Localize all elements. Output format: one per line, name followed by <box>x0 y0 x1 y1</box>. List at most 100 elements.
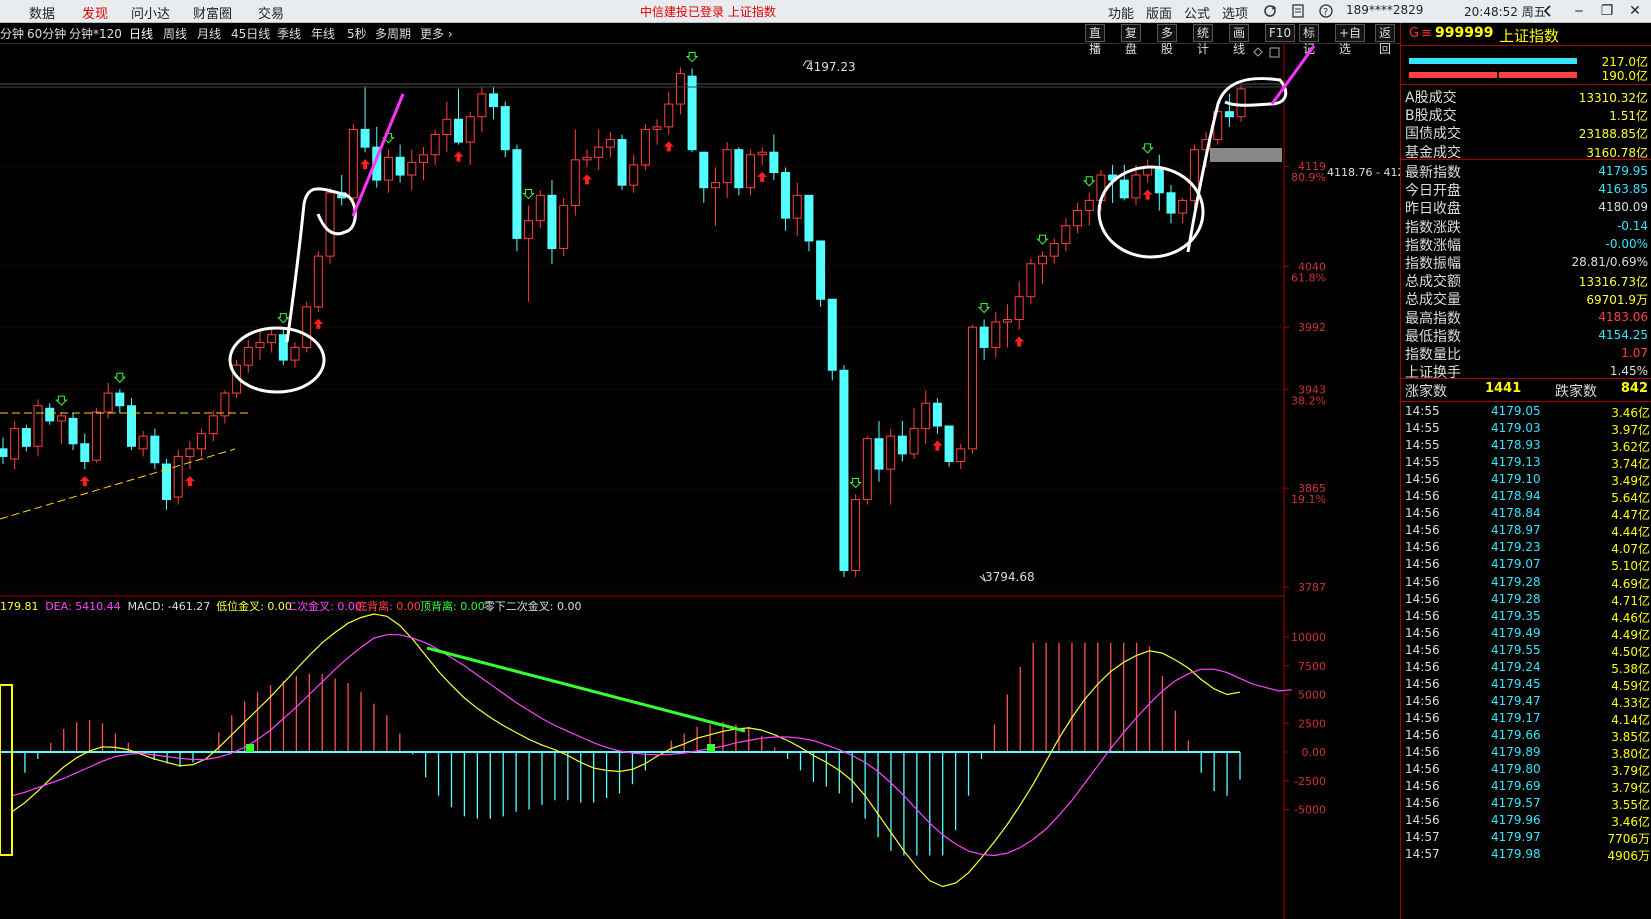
mark-button[interactable]: 标记 <box>1299 24 1320 56</box>
candle-body <box>185 448 195 457</box>
menu-data[interactable]: 数据 <box>29 3 55 22</box>
period-month[interactable]: 月线 <box>197 25 221 42</box>
tick-price: 4179.97 <box>1491 830 1541 845</box>
return-button[interactable]: 返回 <box>1375 24 1396 56</box>
menu-formula[interactable]: 公式 <box>1184 3 1210 22</box>
draw-line-button[interactable]: 画线 <box>1229 24 1250 56</box>
menu-options[interactable]: 选项 <box>1222 3 1248 22</box>
tick-time: 14:55 <box>1405 404 1440 418</box>
candle-body <box>710 182 720 189</box>
kline-chart[interactable]: 100007500500025000.00-2500-5000 411980.9… <box>0 44 1400 919</box>
multi-stock-button[interactable]: 多股 <box>1157 24 1178 56</box>
period-quarter[interactable]: 季线 <box>277 25 301 42</box>
tick-volume: 5.10亿 <box>1611 559 1650 574</box>
tick-volume: 3.80亿 <box>1611 747 1650 761</box>
tick-row: 14:56 4178.94 5.64亿 <box>1401 489 1651 507</box>
diamond-icon[interactable] <box>1253 47 1263 57</box>
period-multi[interactable]: 多周期 <box>375 25 411 42</box>
clock: 20:48:52 周五 <box>1464 5 1546 19</box>
document-icon[interactable] <box>1290 3 1306 19</box>
stat-value: 1.07 <box>1621 346 1648 360</box>
period-day[interactable]: 日线 <box>129 25 153 42</box>
stat-row: 最高指数 4183.06 <box>1401 308 1651 327</box>
sell-signal-icon <box>1036 234 1049 245</box>
period-120min[interactable]: 分钟*120 <box>69 25 122 42</box>
legend-item: MACD: -461.27 <box>128 600 211 613</box>
buy-signal-icon <box>1014 336 1025 347</box>
menu-discover[interactable]: 发现 <box>82 3 108 22</box>
live-button[interactable]: 直播 <box>1085 24 1106 56</box>
close-button[interactable]: ✕ <box>1624 1 1646 21</box>
candle-body <box>489 93 499 108</box>
candle-body <box>512 149 522 239</box>
candle-body <box>746 154 756 189</box>
group-icon[interactable]: G <box>1409 26 1419 41</box>
tick-row: 14:56 4179.07 5.10亿 <box>1401 557 1651 575</box>
tick-row: 14:56 4179.80 3.79亿 <box>1401 762 1651 780</box>
sell-signal-icon <box>522 188 535 200</box>
tick-time: 14:57 <box>1405 847 1440 862</box>
axis-pct: 38.2% <box>1291 394 1326 407</box>
replay-button[interactable]: 复盘 <box>1121 24 1142 56</box>
period-minute[interactable]: 分钟 <box>0 25 24 42</box>
price-tooltip <box>1210 148 1282 162</box>
restore-button[interactable]: ❐ <box>1596 1 1618 21</box>
high-label: 4197.23 <box>806 60 856 74</box>
help-icon[interactable]: ? <box>1318 3 1334 19</box>
axis-label: 3992 <box>1298 321 1326 334</box>
menu-layout[interactable]: 版面 <box>1146 3 1172 22</box>
period-5sec[interactable]: 5秒 <box>347 25 367 42</box>
dea-line <box>11 634 1292 857</box>
refresh-icon[interactable] <box>1262 3 1278 19</box>
legend-item: 二次金叉: 0.00 <box>286 599 362 613</box>
tick-price: 4179.28 <box>1491 591 1541 606</box>
menu-icon[interactable]: ≡ <box>1421 26 1432 41</box>
tick-row: 14:56 4179.89 3.80亿 <box>1401 745 1651 763</box>
tick-row: 14:56 4179.55 4.50亿 <box>1401 643 1651 661</box>
period-45day[interactable]: 45日线 <box>231 25 270 42</box>
expand-icon[interactable] <box>1269 47 1280 58</box>
tick-row: 14:56 4178.84 4.47亿 <box>1401 506 1651 524</box>
period-week[interactable]: 周线 <box>163 25 187 42</box>
tick-row: 14:56 4179.45 4.59亿 <box>1401 677 1651 695</box>
stats-button[interactable]: 统计 <box>1193 24 1214 56</box>
tick-row: 14:56 4179.69 3.79亿 <box>1401 779 1651 797</box>
stat-row: 基金成交 3160.78亿 <box>1401 142 1651 161</box>
menu-trade[interactable]: 交易 <box>258 3 284 22</box>
divider <box>1401 84 1651 85</box>
f10-button[interactable]: F10 <box>1265 24 1296 42</box>
tick-price: 4178.97 <box>1491 523 1541 538</box>
add-watchlist-button[interactable]: +自选 <box>1335 24 1366 56</box>
tick-row: 14:56 4179.24 5.38亿 <box>1401 660 1651 678</box>
period-more[interactable]: 更多 › <box>420 25 453 42</box>
tick-volume: 3.97亿 <box>1611 423 1650 438</box>
tick-price: 4179.47 <box>1491 693 1541 708</box>
low-label: 3794.68 <box>985 570 1035 584</box>
candle-body <box>816 240 826 300</box>
period-year[interactable]: 年线 <box>311 25 335 42</box>
menu-wealth[interactable]: 财富圈 <box>193 3 232 22</box>
candle-body <box>1236 88 1246 118</box>
tick-time: 14:56 <box>1405 642 1440 657</box>
tick-time: 14:56 <box>1405 489 1440 504</box>
candle-body <box>407 161 417 176</box>
tick-price: 4179.96 <box>1491 813 1541 828</box>
menu-function[interactable]: 功能 <box>1108 3 1134 22</box>
candle-body <box>313 255 323 308</box>
tick-price: 4179.80 <box>1491 762 1541 777</box>
user-account[interactable]: 189****2829 <box>1346 3 1423 17</box>
tick-time: 14:57 <box>1405 830 1440 845</box>
divergence-line <box>426 646 746 733</box>
menu-ask[interactable]: 问小达 <box>131 3 170 22</box>
candle-body <box>442 118 452 135</box>
minimize-button[interactable]: ‒ <box>1568 1 1590 21</box>
top-menu-bar: 数据 发现 问小达 财富圈 交易 中信建投已登录 上证指数 功能 版面 公式 选… <box>0 0 1651 23</box>
stat-label: 总成交额 <box>1405 274 1461 291</box>
tick-volume: 4.33亿 <box>1611 695 1650 710</box>
macd-axis-label: 2500 <box>1298 717 1326 730</box>
candle-body <box>1084 199 1094 212</box>
period-60min[interactable]: 60分钟 <box>27 25 66 42</box>
stat-row: 指数量比 1.07 <box>1401 344 1651 363</box>
back-icon[interactable] <box>1540 3 1556 19</box>
candle-body <box>629 164 639 186</box>
